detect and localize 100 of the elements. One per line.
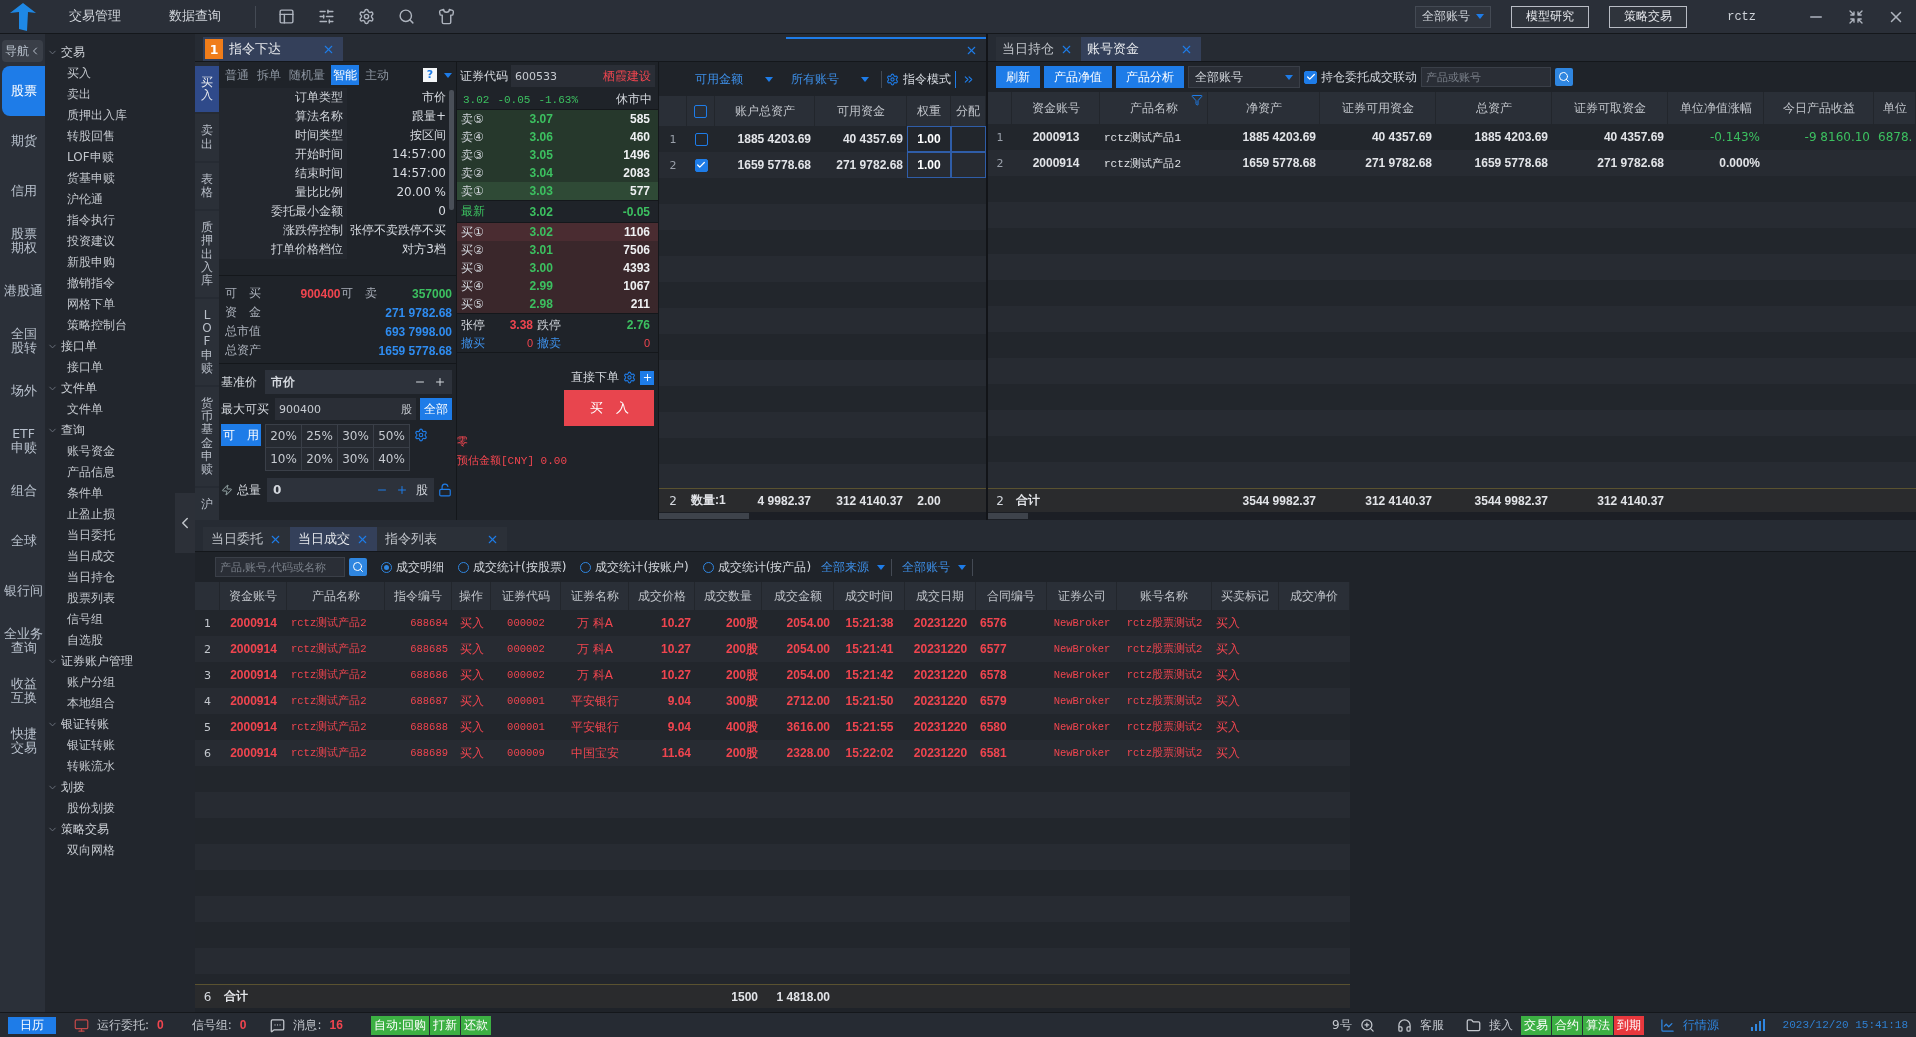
nav-item[interactable]: 货基申赎: [45, 168, 115, 189]
view-radio[interactable]: 成交明细: [381, 558, 444, 576]
rail-item[interactable]: 股票 期权: [2, 216, 45, 266]
help-button[interactable]: ?: [423, 68, 437, 82]
side-tab[interactable]: 质押出入库: [195, 211, 219, 298]
rail-item[interactable]: 港股通: [2, 266, 45, 316]
menu-item[interactable]: 数据查询: [145, 1, 245, 32]
caret-icon[interactable]: [861, 76, 869, 82]
param-value[interactable]: 跟量+: [349, 107, 446, 126]
param-value[interactable]: 对方3档: [349, 240, 446, 259]
folder-icon[interactable]: [1465, 1017, 1481, 1033]
nav-item[interactable]: 产品信息: [45, 462, 115, 483]
account-select[interactable]: 全部账号: [1188, 66, 1300, 88]
nav-group[interactable]: 交易: [45, 42, 85, 63]
percent-button[interactable]: 20%: [266, 424, 301, 447]
percent-button[interactable]: 30%: [338, 424, 373, 447]
nav-item[interactable]: 本地组合: [45, 693, 115, 714]
scrollbar[interactable]: [449, 90, 454, 210]
nav-item[interactable]: 质押出入库: [45, 105, 127, 126]
allocation-field[interactable]: [951, 126, 986, 152]
link-checkbox[interactable]: 持仓委托成交联动: [1304, 68, 1417, 86]
mode-tab[interactable]: 普通: [223, 65, 251, 85]
caret-icon[interactable]: [1476, 14, 1485, 19]
nav-item[interactable]: 条件单: [45, 483, 103, 504]
percent-button[interactable]: 40%: [374, 447, 409, 470]
nav-item[interactable]: 撤销指令: [45, 273, 115, 294]
scrollbar[interactable]: [659, 513, 749, 519]
panel-tab[interactable]: 1 指令下达: [203, 37, 343, 61]
nav-item[interactable]: 买入: [45, 63, 91, 84]
percent-button[interactable]: 30%: [338, 447, 373, 470]
rail-item[interactable]: 信用: [2, 166, 45, 216]
nav-item[interactable]: 投资建议: [45, 231, 115, 252]
view-radio[interactable]: 成交统计(按账户): [580, 558, 689, 576]
percent-button[interactable]: 25%: [302, 424, 337, 447]
table-row[interactable]: 2 2000914 rctz测试产品2 688685 买入 000002 万 科A 10.27 200股 2054.00 15:21:41 20231220 6577 NewBroker rctz股票测试2 买入: [195, 636, 1350, 662]
rail-item[interactable]: 股票: [2, 66, 45, 116]
nav-item[interactable]: 当日成交: [45, 546, 115, 567]
settings-icon[interactable]: [414, 428, 428, 442]
action-button[interactable]: 产品分析: [1116, 66, 1184, 88]
channel-tag[interactable]: 到期: [1613, 1015, 1644, 1035]
filter-select[interactable]: 全部来源: [815, 558, 893, 576]
nav-group[interactable]: 文件单: [45, 378, 97, 399]
search-field[interactable]: 产品,账号,代码或名称: [215, 557, 345, 577]
calendar-button[interactable]: 日历: [8, 1016, 56, 1034]
side-tab[interactable]: 沪: [195, 488, 219, 520]
weight-field[interactable]: 1.00: [907, 152, 951, 178]
panel-tab[interactable]: 当日持仓: [996, 37, 1081, 61]
mode-tab[interactable]: 主动: [363, 65, 391, 85]
table-row[interactable]: 4 2000914 rctz测试产品2 688687 买入 000001 平安银行 9.04 300股 2712.00 15:21:50 20231220 6579 NewBroker rctz股票测试2 买入: [195, 688, 1350, 714]
nav-item[interactable]: 新股申购: [45, 252, 115, 273]
add-button[interactable]: [640, 370, 654, 385]
rail-item[interactable]: 快捷 交易: [2, 716, 45, 766]
panel-tab[interactable]: 当日成交: [290, 527, 377, 551]
nav-item[interactable]: 账户分组: [45, 672, 115, 693]
nav-item[interactable]: 卖出: [45, 84, 91, 105]
message-icon[interactable]: [270, 1017, 286, 1033]
rail-item[interactable]: 组合: [2, 466, 45, 516]
side-tab[interactable]: LOF申赎: [195, 299, 219, 385]
percent-button[interactable]: 20%: [302, 447, 337, 470]
nav-item[interactable]: 信号组: [45, 609, 103, 630]
nav-item[interactable]: 转账流水: [45, 756, 115, 777]
rail-item[interactable]: 收益 互换: [2, 666, 45, 716]
panel-tab[interactable]: 指令列表: [377, 527, 507, 551]
nav-item[interactable]: 股份划拨: [45, 798, 115, 819]
zoom-in-icon[interactable]: [1359, 1017, 1375, 1033]
nav-item[interactable]: 接口单: [45, 357, 103, 378]
caret-icon[interactable]: [958, 564, 967, 570]
nav-item[interactable]: 当日持仓: [45, 567, 115, 588]
filter-select[interactable]: 全部账号: [896, 558, 974, 576]
base-price-field[interactable]: 市价: [265, 370, 452, 394]
nav-group[interactable]: 划拨: [45, 777, 85, 798]
max-buy-field[interactable]: 900400 股: [275, 398, 416, 420]
nav-item[interactable]: 银证转账: [45, 735, 115, 756]
nav-item[interactable]: 双向网格: [45, 840, 115, 861]
nav-item[interactable]: 沪伦通: [45, 189, 103, 210]
caret-icon[interactable]: [1285, 74, 1293, 80]
toolbar-button[interactable]: 策略交易: [1609, 5, 1688, 28]
param-value[interactable]: 市价: [349, 88, 446, 107]
side-tab[interactable]: 表格: [195, 162, 219, 210]
filter-icon[interactable]: [1191, 94, 1203, 106]
rail-item[interactable]: 全业务 查询: [2, 616, 45, 666]
panel-tab[interactable]: 账号资金: [1081, 37, 1201, 61]
side-tab[interactable]: 卖出: [195, 114, 219, 161]
param-value[interactable]: 14:57:00: [349, 145, 446, 164]
nav-toggle[interactable]: 导航: [2, 40, 43, 62]
total-field[interactable]: 0 股: [267, 478, 434, 502]
code-field[interactable]: 600533 栖霞建设: [511, 65, 655, 87]
mode-tab[interactable]: 拆单: [255, 65, 283, 85]
available-button[interactable]: 可 用: [221, 424, 261, 446]
checkbox[interactable]: [694, 104, 707, 118]
nav-item[interactable]: 转股回售: [45, 126, 115, 147]
rail-item[interactable]: 全国 股转: [2, 316, 45, 366]
nav-group[interactable]: 查询: [45, 420, 85, 441]
checkbox[interactable]: [694, 158, 708, 172]
nav-item[interactable]: 策略控制台: [45, 315, 127, 336]
action-button[interactable]: 刷新: [996, 66, 1040, 88]
table-row[interactable]: 6 2000914 rctz测试产品2 688689 买入 000009 中国宝安 11.64 200股 2328.00 15:22:02 20231220 6581 NewBroker rctz股票测试2 买入: [195, 740, 1350, 766]
menu-item[interactable]: 交易管理: [45, 1, 145, 32]
nav-item[interactable]: 股票列表: [45, 588, 115, 609]
panel-tab[interactable]: 当日委托: [203, 527, 290, 551]
